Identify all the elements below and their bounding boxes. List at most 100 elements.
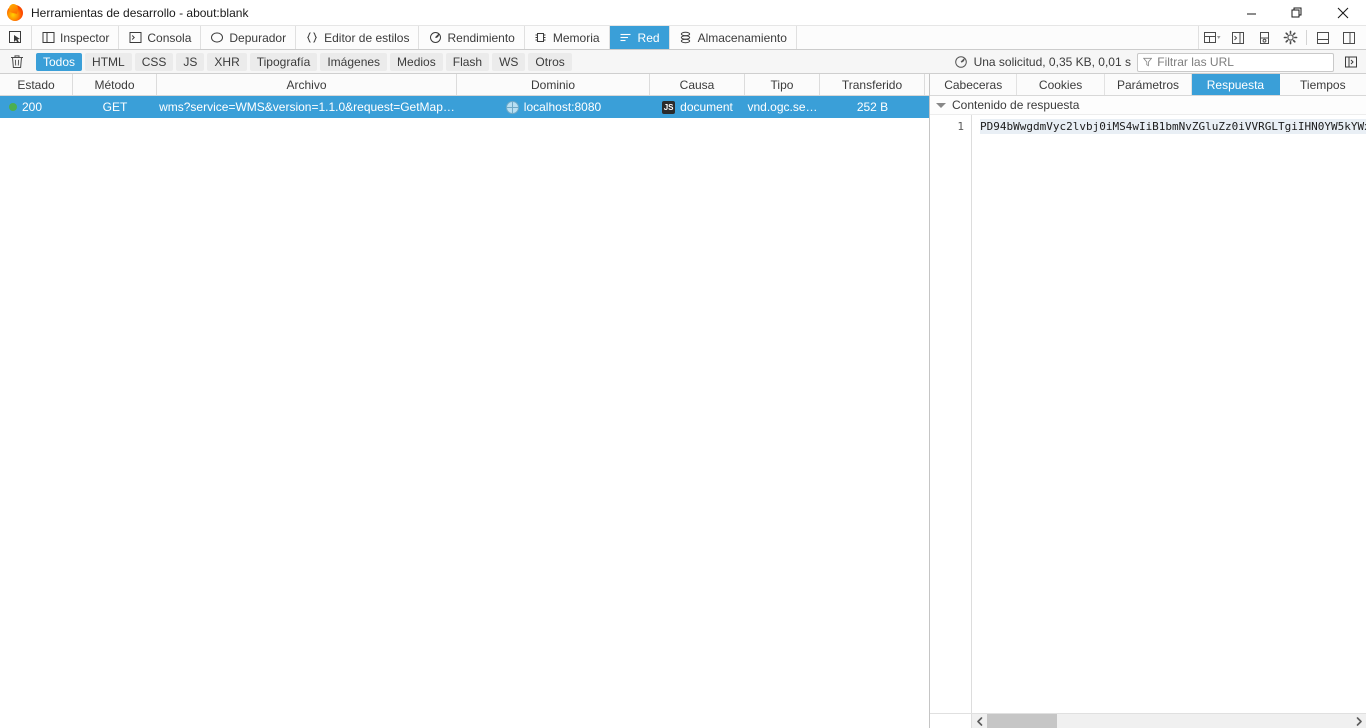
scrollbar-track[interactable] [987, 713, 1351, 728]
network-filter-toolbar: Todos HTML CSS JS XHR Tipografía Imágene… [0, 50, 1366, 74]
dock-side-icon [1343, 31, 1355, 44]
minimize-button[interactable] [1228, 0, 1274, 26]
performance-icon [428, 31, 442, 45]
filter-other-label: Otros [535, 54, 565, 69]
column-header-type[interactable]: Tipo [745, 74, 820, 95]
minimize-icon [1246, 13, 1256, 14]
column-header-domain[interactable]: Dominio [457, 74, 650, 95]
code-gutter: 1 [930, 115, 972, 713]
dock-bottom-button[interactable] [1310, 26, 1336, 50]
tab-headers[interactable]: Cabeceras [930, 74, 1018, 95]
cell-type: vnd.ogc.se… [747, 100, 818, 114]
clear-requests-button[interactable] [4, 51, 30, 73]
tab-inspector-label: Inspector [60, 30, 110, 45]
close-button[interactable] [1320, 0, 1366, 26]
scrollbar-thumb[interactable] [987, 713, 1057, 728]
memory-icon [534, 31, 548, 45]
globe-icon [505, 100, 519, 114]
toolbox-tabbar-spacer [797, 26, 1199, 49]
tab-debugger[interactable]: Depurador [201, 26, 297, 49]
filter-media[interactable]: Medios [390, 52, 443, 71]
dock-side-button[interactable] [1336, 26, 1362, 50]
settings-button[interactable] [1277, 26, 1303, 50]
tab-style-editor-label: Editor de estilos [324, 30, 410, 45]
cell-cause: JS document [650, 96, 745, 118]
tab-timings[interactable]: Tiempos [1280, 74, 1366, 95]
column-header-transferred[interactable]: Transferido [820, 74, 925, 95]
tab-console-label: Consola [147, 30, 192, 45]
code-line: PD94bWwgdmVyc2lvbj0iMS4wIiB1bmNvZGluZz0i… [980, 119, 1366, 134]
split-console-button[interactable] [1225, 26, 1251, 50]
response-horizontal-scrollbar[interactable] [930, 713, 1366, 728]
tab-memory[interactable]: Memoria [525, 26, 610, 49]
filter-html[interactable]: HTML [85, 52, 132, 71]
tab-performance[interactable]: Rendimiento [419, 26, 525, 49]
dock-bottom-icon [1317, 31, 1329, 44]
screenshot-icon [1259, 31, 1269, 44]
maximize-button[interactable] [1274, 0, 1320, 26]
column-header-method[interactable]: Método [73, 74, 157, 95]
filter-flash-label: Flash [452, 54, 483, 69]
filter-html-label: HTML [92, 54, 125, 69]
tab-style-editor[interactable]: Editor de estilos [296, 26, 420, 49]
network-icon [619, 31, 633, 45]
braces-icon [305, 31, 319, 45]
line-number: 1 [957, 120, 964, 133]
toggle-details-panel-button[interactable] [1340, 52, 1362, 72]
network-summary: Una solicitud, 0,35 KB, 0,01 s [954, 55, 1131, 69]
chevron-right-icon [1356, 716, 1362, 726]
tab-inspector[interactable]: Inspector [32, 26, 120, 49]
filter-flash[interactable]: Flash [445, 52, 490, 71]
response-content-section-header[interactable]: Contenido de respuesta [930, 96, 1366, 115]
column-header-file[interactable]: Archivo [157, 74, 457, 95]
filter-all[interactable]: Todos [36, 52, 83, 71]
cell-spacer [925, 96, 929, 118]
details-tabbar: Cabeceras Cookies Parámetros Respuesta T… [930, 74, 1366, 96]
table-row[interactable]: 200 GET wms?service=WMS&version=1.1.0&re… [0, 96, 929, 118]
network-monitor-body: Estado Método Archivo Dominio Causa Tipo… [0, 74, 1366, 728]
filter-ws-label: WS [499, 54, 519, 69]
column-header-status[interactable]: Estado [0, 74, 73, 95]
filter-other[interactable]: Otros [528, 52, 572, 71]
funnel-icon [1143, 57, 1153, 67]
tab-console[interactable]: Consola [119, 26, 202, 49]
filter-xhr[interactable]: XHR [207, 52, 247, 71]
tab-network[interactable]: Red [609, 26, 670, 49]
filter-ws[interactable]: WS [492, 52, 526, 71]
split-console-icon [1232, 31, 1244, 44]
network-toolbar-right: Una solicitud, 0,35 KB, 0,01 s [954, 50, 1362, 74]
close-icon [1337, 7, 1349, 19]
element-picker-button[interactable] [0, 26, 32, 49]
filter-css[interactable]: CSS [134, 52, 174, 71]
responsive-design-mode-button[interactable] [1199, 26, 1225, 50]
url-filter-box[interactable] [1137, 52, 1334, 72]
element-picker-icon [9, 31, 21, 43]
inspector-icon [41, 31, 55, 45]
tab-params[interactable]: Parámetros [1105, 74, 1193, 95]
filter-images[interactable]: Imágenes [320, 52, 388, 71]
filter-js[interactable]: JS [176, 52, 205, 71]
triangle-down-icon[interactable] [936, 102, 946, 108]
column-header-spacer [925, 74, 929, 95]
response-code-viewer[interactable]: 1 PD94bWwgdmVyc2lvbj0iMS4wIiB1bmNvZGluZz… [930, 115, 1366, 713]
scroll-left-button[interactable] [972, 714, 987, 728]
screenshot-button[interactable] [1251, 26, 1277, 50]
tab-debugger-label: Depurador [229, 30, 287, 45]
filter-js-label: JS [183, 54, 198, 69]
column-header-cause[interactable]: Causa [650, 74, 745, 95]
cell-method: GET [102, 100, 128, 114]
maximize-icon [1291, 7, 1302, 18]
scroll-right-button[interactable] [1351, 714, 1366, 728]
url-filter-input[interactable] [1157, 55, 1328, 69]
tab-storage[interactable]: Almacenamiento [670, 26, 797, 49]
filter-all-label: Todos [43, 54, 76, 69]
toolbox-controls [1199, 26, 1366, 49]
scrollbar-gutter-spacer [930, 713, 972, 728]
filter-css-label: CSS [141, 54, 167, 69]
filter-fonts[interactable]: Tipografía [249, 52, 318, 71]
code-content: PD94bWwgdmVyc2lvbj0iMS4wIiB1bmNvZGluZz0i… [972, 115, 1366, 713]
response-content-label: Contenido de respuesta [952, 98, 1080, 112]
requests-list-empty-area[interactable] [0, 118, 929, 728]
tab-response[interactable]: Respuesta [1192, 74, 1280, 95]
tab-cookies[interactable]: Cookies [1017, 74, 1105, 95]
